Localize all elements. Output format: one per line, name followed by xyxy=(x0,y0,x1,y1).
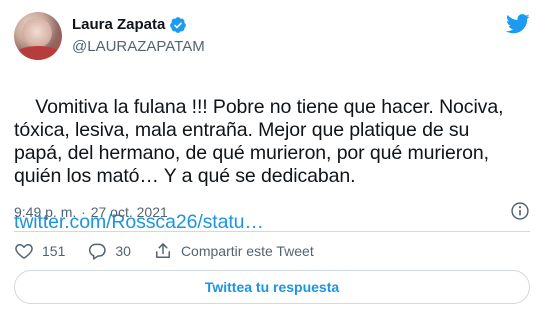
tweet-text: Vomitiva la fulana !!! Pobre no tiene qu… xyxy=(14,96,504,187)
reply-action-button[interactable]: 30 xyxy=(87,241,131,261)
like-button[interactable]: 151 xyxy=(14,241,65,261)
tweet-time: 9:49 p. m. xyxy=(14,204,77,220)
name-row: Laura Zapata xyxy=(72,15,205,35)
share-label: Compartir este Tweet xyxy=(180,243,314,259)
verified-badge-icon xyxy=(170,17,187,33)
tweet-header: Laura Zapata @LAURAZAPATAM xyxy=(14,12,530,60)
reply-button[interactable]: Twittea tu respuesta xyxy=(14,270,530,304)
share-button[interactable]: Compartir este Tweet xyxy=(153,241,314,261)
tweet-date: 27 oct. 2021 xyxy=(90,204,168,220)
author-block: Laura Zapata @LAURAZAPATAM xyxy=(72,15,205,57)
tweet-card: Laura Zapata @LAURAZAPATAM Vomitiva la f… xyxy=(0,0,544,310)
reply-bubble-icon xyxy=(89,243,107,260)
tweet-actions: 151 30 Compartir este Tweet xyxy=(14,240,336,262)
author-display-name[interactable]: Laura Zapata xyxy=(72,15,165,35)
author-handle[interactable]: @LAURAZAPATAM xyxy=(72,37,205,57)
avatar-face xyxy=(22,18,52,48)
info-icon[interactable] xyxy=(510,201,530,221)
avatar-shirt xyxy=(14,46,62,60)
share-upload-icon xyxy=(155,243,170,258)
like-count: 151 xyxy=(42,243,66,259)
heart-icon xyxy=(15,244,33,259)
reply-count: 30 xyxy=(115,243,131,259)
divider xyxy=(14,231,530,232)
tweet-timestamp[interactable]: 9:49 p. m. · 27 oct. 2021 xyxy=(14,203,168,221)
twitter-bird-icon[interactable] xyxy=(506,14,530,34)
user-avatar[interactable] xyxy=(14,12,62,60)
meta-separator: · xyxy=(81,204,86,220)
